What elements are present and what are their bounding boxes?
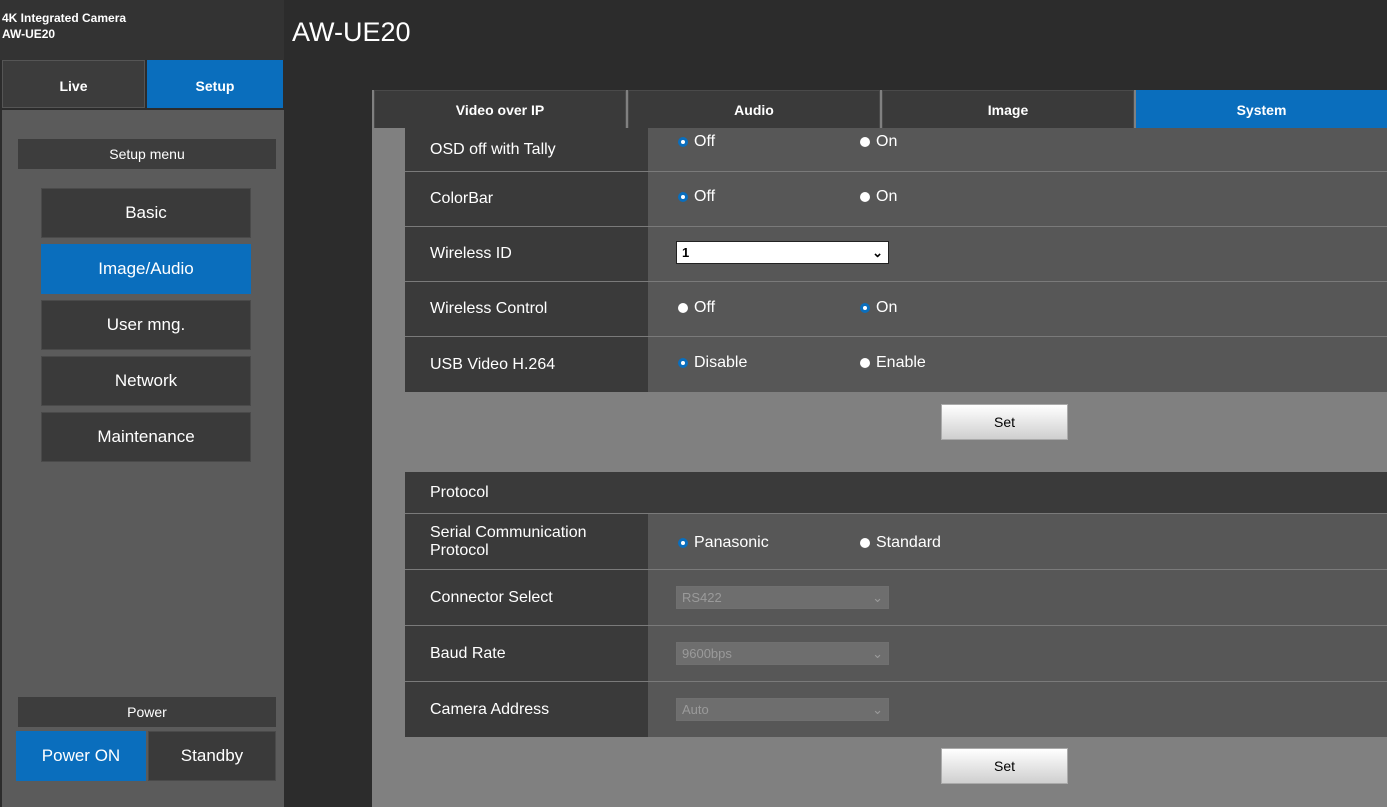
chevron-down-icon: ⌄	[872, 590, 883, 605]
setting-row-connector-select: Connector Select RS422 ⌄	[405, 570, 1387, 626]
radio-colorbar-off[interactable]: Off	[678, 187, 715, 207]
tab-system[interactable]: System	[1136, 90, 1387, 128]
standby-button[interactable]: Standby	[148, 731, 276, 781]
radio-protocol-panasonic[interactable]: Panasonic	[678, 533, 769, 553]
mode-tabs: Live Setup	[0, 60, 284, 110]
tab-image[interactable]: Image	[882, 90, 1134, 128]
radio-unselected-icon	[860, 358, 870, 368]
setting-row-colorbar: ColorBar Off On	[405, 172, 1387, 227]
setting-label: Wireless ID	[405, 227, 648, 281]
brand-block: 4K Integrated Camera AW-UE20	[0, 0, 284, 60]
radio-label: Panasonic	[694, 534, 769, 551]
setting-label: Connector Select	[405, 570, 648, 625]
radio-unselected-icon	[860, 538, 870, 548]
product-name: 4K Integrated Camera	[2, 11, 127, 25]
radio-osd-on[interactable]: On	[860, 132, 897, 152]
setting-row-baud-rate: Baud Rate 9600bps ⌄	[405, 626, 1387, 682]
sidebar-item-user-mng[interactable]: User mng.	[41, 300, 251, 350]
radio-selected-icon	[678, 137, 688, 147]
setup-menu-heading: Setup menu	[18, 139, 276, 169]
product-model: AW-UE20	[2, 27, 56, 41]
sidebar-item-image-audio[interactable]: Image/Audio	[41, 244, 251, 294]
connector-select-dropdown[interactable]: RS422 ⌄	[676, 586, 889, 609]
radio-label: Enable	[876, 354, 926, 371]
power-heading: Power	[18, 697, 276, 727]
select-value: 9600bps	[682, 646, 732, 661]
setting-label-line1: Serial Communication	[430, 523, 587, 541]
radio-usb-disable[interactable]: Disable	[678, 353, 747, 373]
sidebar-item-maintenance[interactable]: Maintenance	[41, 412, 251, 462]
tab-live[interactable]: Live	[2, 60, 145, 108]
setting-label: Camera Address	[405, 682, 648, 737]
setting-label: ColorBar	[405, 172, 648, 226]
radio-selected-icon	[678, 192, 688, 202]
page-title: AW-UE20	[292, 17, 411, 47]
wireless-id-select[interactable]: 1 ⌄	[676, 241, 889, 264]
radio-label: Off	[694, 299, 716, 316]
setting-row-wireless-id: Wireless ID 1 ⌄	[405, 227, 1387, 282]
radio-selected-icon	[678, 538, 688, 548]
radio-selected-icon	[678, 358, 688, 368]
set-button-protocol[interactable]: Set	[941, 748, 1068, 784]
radio-label: On	[876, 188, 898, 205]
sidebar: Setup menu Basic Image/Audio User mng. N…	[2, 110, 284, 807]
radio-protocol-standard[interactable]: Standard	[860, 533, 941, 553]
camera-address-dropdown[interactable]: Auto ⌄	[676, 698, 889, 721]
tab-setup[interactable]: Setup	[147, 60, 283, 108]
radio-unselected-icon	[678, 303, 688, 313]
tab-audio[interactable]: Audio	[628, 90, 880, 128]
setting-label-line2: Protocol	[430, 541, 489, 559]
radio-label: Off	[694, 188, 716, 205]
setting-label: Baud Rate	[405, 626, 648, 681]
setting-row-serial-communication-protocol: Serial Communication Protocol Panasonic …	[405, 514, 1387, 570]
select-value: 1	[682, 245, 690, 260]
set-button-system[interactable]: Set	[941, 404, 1068, 440]
radio-label: Disable	[694, 354, 748, 371]
radio-wireless-on[interactable]: On	[860, 298, 897, 318]
setting-row-usb-video-h264: USB Video H.264 Disable Enable	[405, 337, 1387, 392]
radio-label: On	[876, 299, 898, 316]
baud-rate-dropdown[interactable]: 9600bps ⌄	[676, 642, 889, 665]
chevron-down-icon: ⌄	[872, 702, 883, 717]
sidebar-item-network[interactable]: Network	[41, 356, 251, 406]
setting-row-camera-address: Camera Address Auto ⌄	[405, 682, 1387, 737]
setting-label: USB Video H.264	[405, 337, 648, 392]
chevron-down-icon: ⌄	[872, 245, 883, 260]
radio-osd-off[interactable]: Off	[678, 132, 715, 152]
protocol-heading: Protocol	[405, 472, 1387, 514]
select-value: Auto	[682, 702, 709, 717]
setting-row-wireless-control: Wireless Control Off On	[405, 282, 1387, 337]
setting-row-osd-off-with-tally: OSD off with Tally Off On	[405, 128, 1387, 172]
tab-video-over-ip[interactable]: Video over IP	[374, 90, 626, 128]
radio-usb-enable[interactable]: Enable	[860, 353, 926, 373]
select-value: RS422	[682, 590, 722, 605]
setting-label: Serial Communication Protocol	[405, 514, 648, 569]
radio-label: On	[876, 133, 898, 150]
radio-selected-icon	[860, 303, 870, 313]
radio-unselected-icon	[860, 192, 870, 202]
radio-label: Off	[694, 133, 716, 150]
power-on-button[interactable]: Power ON	[16, 731, 146, 781]
sidebar-item-basic[interactable]: Basic	[41, 188, 251, 238]
radio-label: Standard	[876, 534, 941, 551]
setting-label: OSD off with Tally	[405, 128, 648, 171]
radio-colorbar-on[interactable]: On	[860, 187, 897, 207]
setting-label: Wireless Control	[405, 282, 648, 336]
chevron-down-icon: ⌄	[872, 646, 883, 661]
radio-wireless-off[interactable]: Off	[678, 298, 715, 318]
radio-unselected-icon	[860, 137, 870, 147]
